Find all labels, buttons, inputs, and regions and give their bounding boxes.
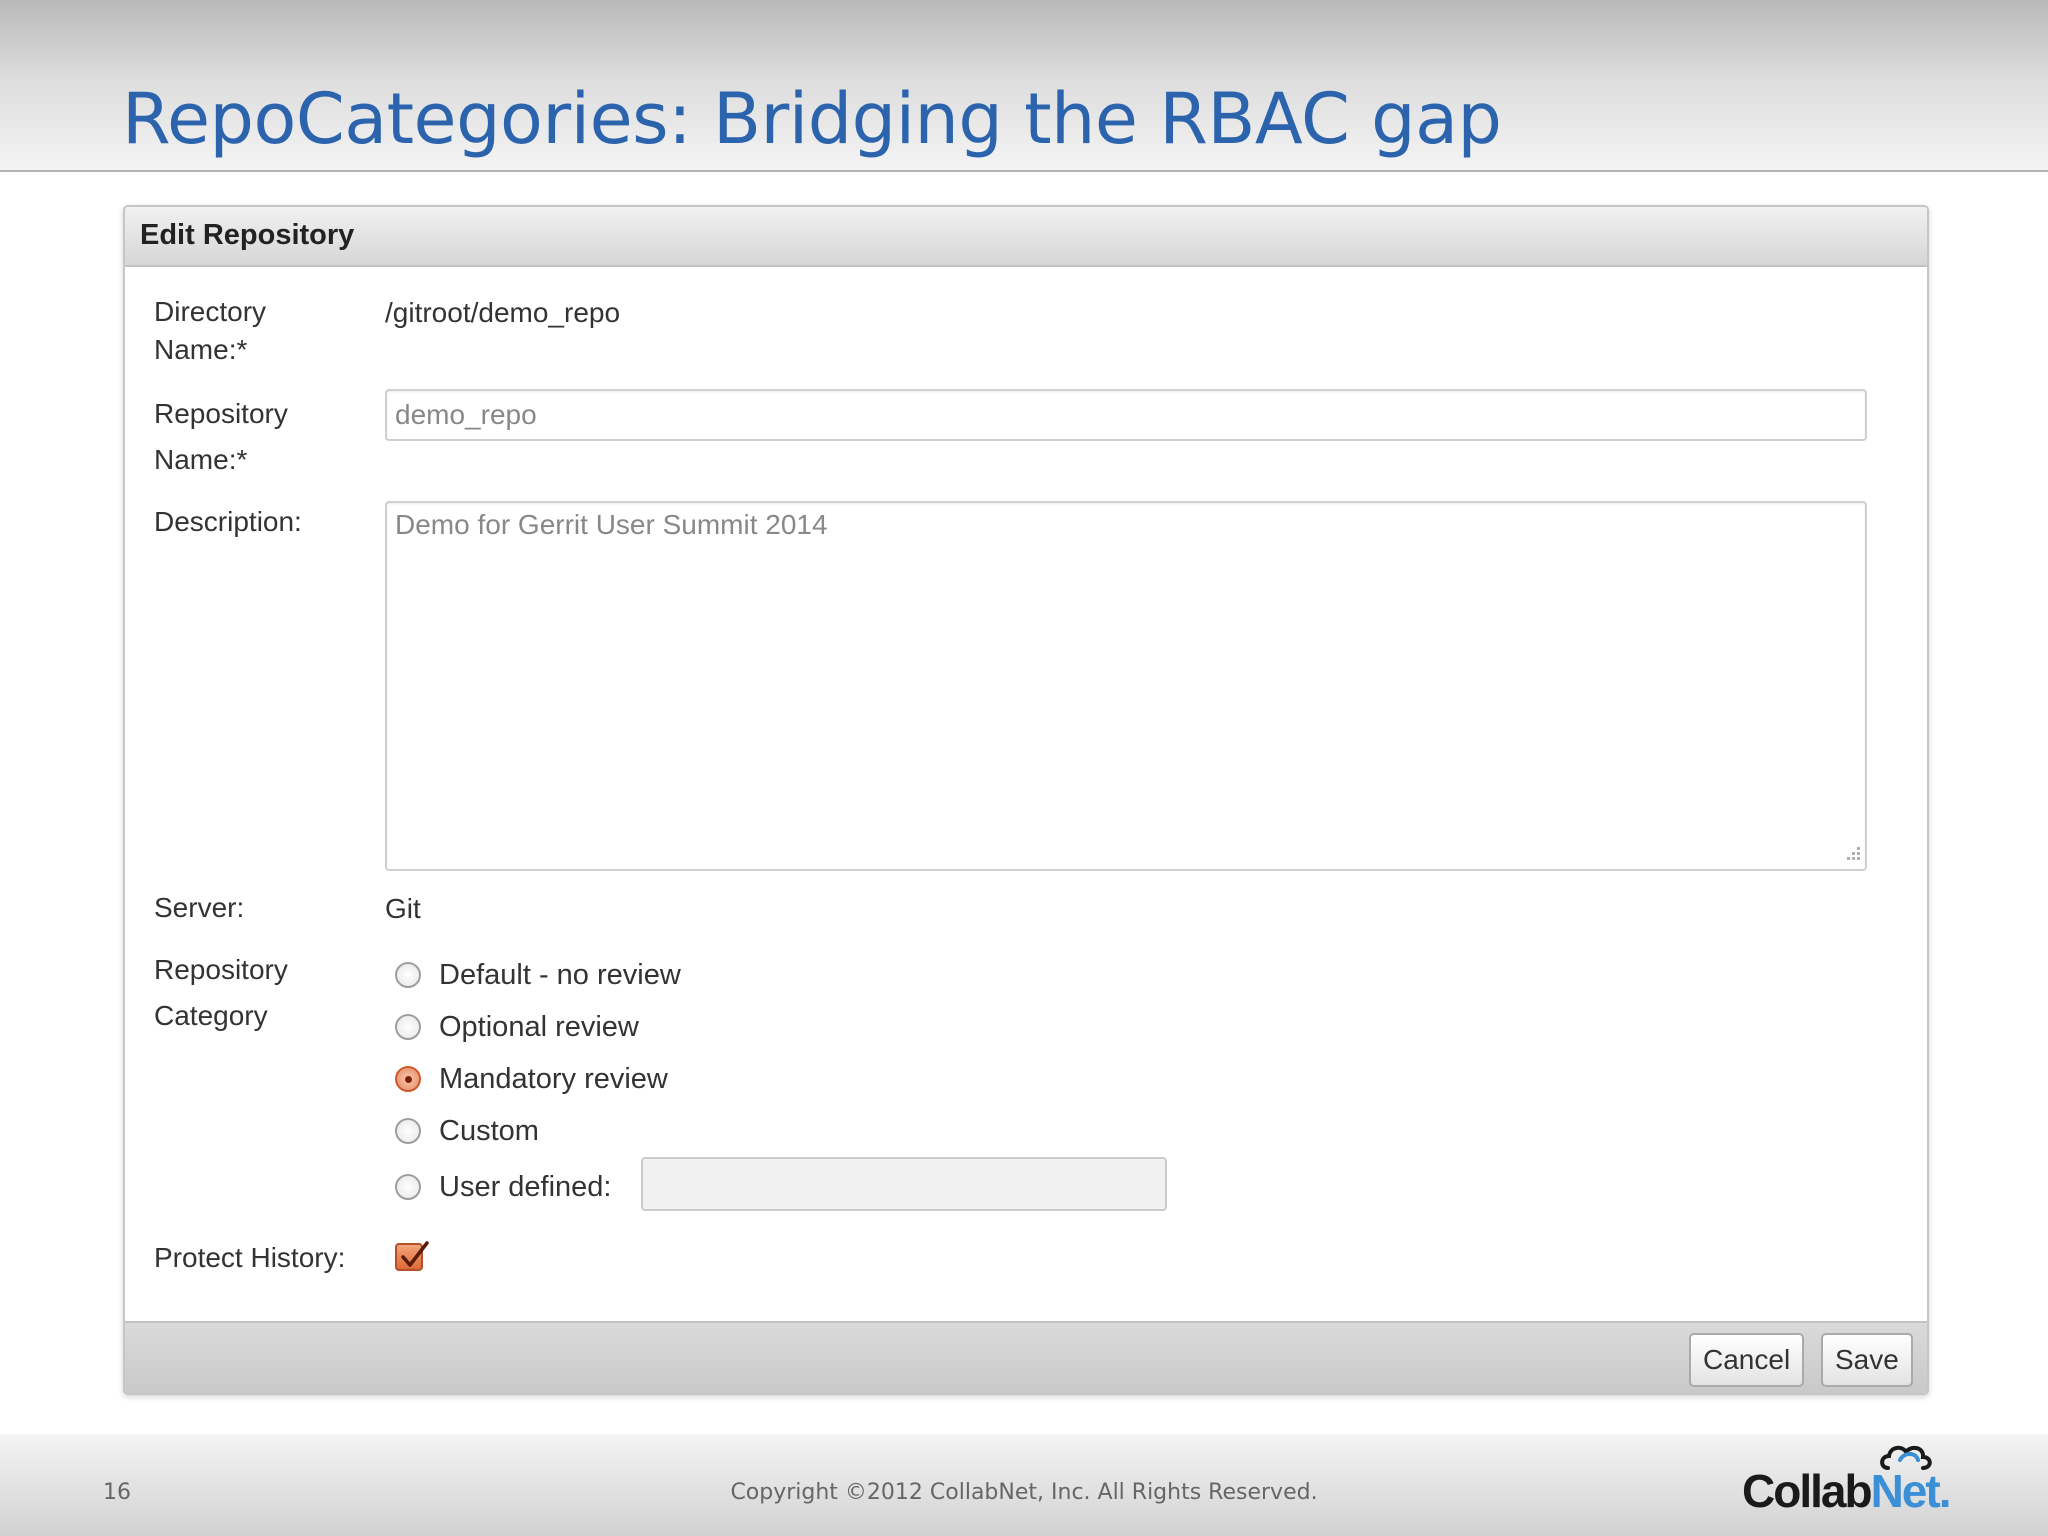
dialog-title: Edit Repository	[140, 219, 355, 251]
logo-part-dot: .	[1938, 1465, 1952, 1517]
repository-category-label: Repository Category	[154, 947, 288, 1039]
cancel-button[interactable]: Cancel	[1689, 1333, 1805, 1387]
protect-history-checkbox[interactable]	[395, 1241, 429, 1271]
edit-repository-dialog: Edit Repository Directory Name:* /gitroo…	[123, 205, 1929, 1395]
server-label: Server:	[154, 892, 245, 923]
category-option-default[interactable]: Default - no review	[395, 957, 681, 993]
logo-part-net: Net	[1870, 1465, 1941, 1517]
repository-category-label-line2: Category	[154, 1000, 268, 1031]
dialog-header: Edit Repository	[125, 207, 1927, 267]
radio-mandatory-selected-icon[interactable]	[395, 1066, 421, 1092]
checkmark-icon	[401, 1241, 429, 1267]
description-label: Description:	[154, 506, 302, 537]
category-option-custom[interactable]: Custom	[395, 1113, 539, 1149]
directory-name-label: Directory Name:*	[154, 293, 266, 369]
description-textarea[interactable]: Demo for Gerrit User Summit 2014	[385, 501, 1867, 871]
category-option-label: Custom	[439, 1114, 539, 1147]
collabnet-logo: CollabNet.	[1742, 1438, 1951, 1518]
slide-title: RepoCategories: Bridging the RBAC gap	[122, 78, 1502, 160]
category-option-mandatory[interactable]: Mandatory review	[395, 1061, 668, 1097]
save-button[interactable]: Save	[1821, 1333, 1913, 1387]
category-option-label: Optional review	[439, 1010, 639, 1043]
logo-part-collab: Collab	[1742, 1465, 1873, 1517]
repository-name-label: Repository Name:*	[154, 391, 288, 483]
category-option-optional[interactable]: Optional review	[395, 1009, 639, 1045]
radio-default-icon[interactable]	[395, 962, 421, 988]
radio-user-defined-icon[interactable]	[395, 1174, 421, 1200]
dialog-footer: Cancel Save	[125, 1321, 1927, 1393]
user-defined-input[interactable]	[641, 1157, 1167, 1211]
category-option-label: User defined:	[439, 1170, 612, 1203]
repository-name-label-line2: Name:*	[154, 444, 248, 475]
radio-custom-icon[interactable]	[395, 1118, 421, 1144]
protect-history-label: Protect History:	[154, 1242, 346, 1273]
radio-optional-icon[interactable]	[395, 1014, 421, 1040]
repository-category-label-line1: Repository	[154, 954, 288, 985]
category-option-user-defined[interactable]: User defined:	[395, 1169, 612, 1205]
directory-name-value: /gitroot/demo_repo	[385, 297, 621, 328]
server-value: Git	[385, 893, 421, 924]
directory-name-label-line1: Directory	[154, 296, 267, 327]
repository-name-input[interactable]	[385, 389, 1867, 441]
copyright-text: Copyright ©2012 CollabNet, Inc. All Righ…	[730, 1480, 1318, 1505]
category-option-label: Mandatory review	[439, 1062, 668, 1095]
directory-name-label-line2: Name:*	[154, 334, 248, 365]
logo-wordmark: CollabNet.	[1742, 1464, 1952, 1518]
resize-grip-icon[interactable]	[1841, 843, 1863, 865]
category-option-label: Default - no review	[439, 958, 681, 991]
repository-name-label-line1: Repository	[154, 398, 288, 429]
